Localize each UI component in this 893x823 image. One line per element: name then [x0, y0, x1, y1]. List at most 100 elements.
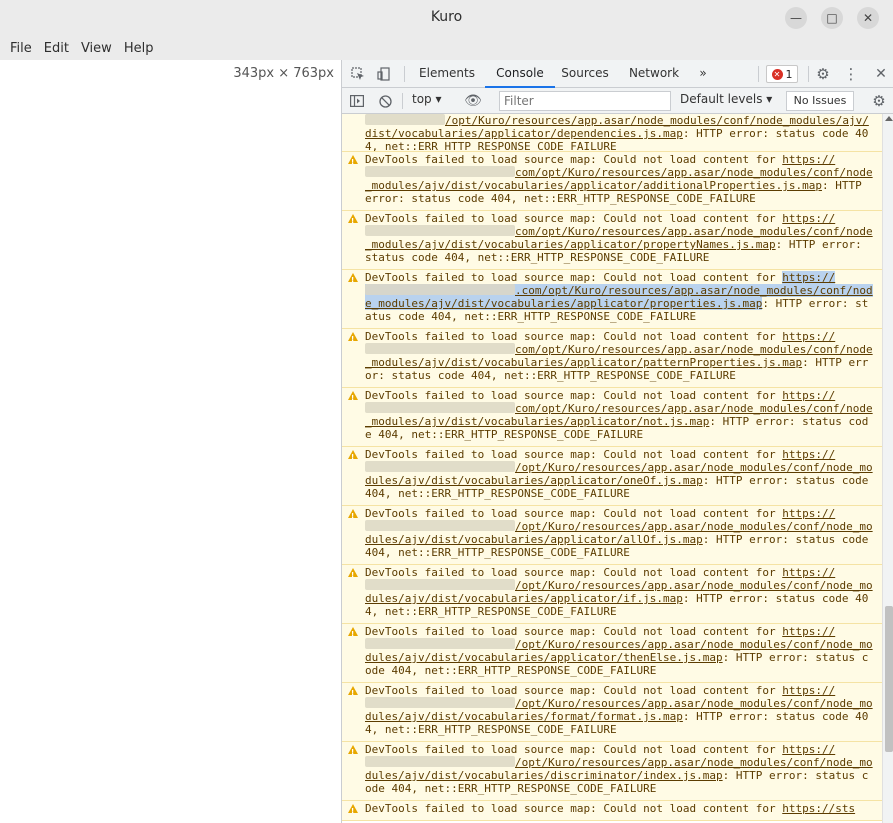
tab-console[interactable]: Console [485, 60, 555, 88]
console-warning-message: DevTools failed to load source map: Coul… [342, 388, 882, 447]
warning-triangle-icon [348, 273, 358, 287]
warning-triangle-icon [348, 509, 358, 523]
warning-triangle-icon [348, 568, 358, 582]
devtools-panel: Elements Console Sources Network » ✕ 1 ⚙… [341, 60, 893, 823]
menu-file[interactable]: File [4, 41, 38, 56]
warning-text: DevTools failed to load source map: Coul… [365, 448, 783, 461]
console-messages: /opt/Kuro/resources/app.asar/node_module… [342, 114, 882, 823]
console-scrollbar[interactable] [882, 114, 893, 823]
window-title: Kuro [430, 9, 463, 25]
page-viewport: 343px × 763px [0, 60, 341, 823]
redacted-host [365, 520, 515, 531]
console-toolbar: top ▾ 👁 Default levels ▾ No Issues ⚙ [342, 88, 893, 114]
link-scheme: https:// [782, 507, 836, 520]
console-warning-message: DevTools failed to load source map: Coul… [342, 329, 882, 388]
console-warning-message: DevTools failed to load source map: Coul… [342, 447, 882, 506]
close-icon[interactable]: ✕ [857, 7, 879, 29]
link-scheme: https:// [782, 389, 836, 402]
link-scheme: https:// [782, 330, 836, 343]
warning-triangle-icon [348, 332, 358, 346]
more-tabs-icon[interactable]: » [693, 60, 713, 88]
console-warning-message: DevTools failed to load source map: Coul… [342, 152, 882, 211]
warning-text: DevTools failed to load source map: Coul… [365, 743, 783, 756]
warning-triangle-icon [348, 686, 358, 700]
warning-triangle-icon [348, 155, 358, 169]
log-levels-label: Default levels [680, 92, 763, 106]
warning-triangle-icon [348, 627, 358, 641]
warning-triangle-icon [348, 745, 358, 759]
source-map-link[interactable]: https://sts [782, 802, 855, 815]
settings-gear-icon[interactable]: ⚙ [814, 65, 832, 83]
viewport-dimensions: 343px × 763px [233, 66, 334, 81]
issues-button[interactable]: No Issues [786, 91, 854, 111]
link-scheme: https:// [782, 271, 836, 284]
redacted-host [365, 756, 515, 767]
menu-bar: File Edit View Help [0, 36, 893, 60]
console-warning-message: DevTools failed to load source map: Coul… [342, 506, 882, 565]
warning-text: DevTools failed to load source map: Coul… [365, 507, 783, 520]
link-scheme: https:// [782, 153, 836, 166]
console-warning-message: DevTools failed to load source map: Coul… [342, 683, 882, 742]
sidebar-toggle-icon[interactable] [348, 92, 366, 110]
link-scheme: https:// [782, 448, 836, 461]
tab-network[interactable]: Network [621, 60, 687, 88]
warning-text: DevTools failed to load source map: Coul… [365, 153, 783, 166]
close-devtools-icon[interactable]: ✕ [872, 65, 890, 83]
console-warning-message: DevTools failed to load source map: Coul… [342, 270, 882, 329]
toolbar-divider [402, 93, 403, 109]
more-options-icon[interactable]: ⋮ [842, 65, 860, 83]
link-scheme: https:// [782, 743, 836, 756]
menu-edit[interactable]: Edit [38, 41, 75, 56]
error-icon: ✕ [771, 68, 783, 80]
warning-text: DevTools failed to load source map: Coul… [365, 212, 783, 225]
console-settings-gear-icon[interactable]: ⚙ [870, 92, 888, 110]
warning-text: DevTools failed to load source map: Coul… [365, 566, 783, 579]
link-scheme: https://sts [782, 802, 856, 815]
warning-triangle-icon [348, 804, 358, 818]
warning-text: DevTools failed to load source map: Coul… [365, 389, 783, 402]
console-warning-message: DevTools failed to load source map: Coul… [342, 624, 882, 683]
clear-console-icon[interactable] [376, 92, 394, 110]
filter-input[interactable] [499, 91, 671, 111]
redacted-host [365, 225, 515, 236]
warning-text: DevTools failed to load source map: Coul… [365, 271, 783, 284]
console-warning-message: DevTools failed to load source map: Coul… [342, 742, 882, 801]
devtools-tab-bar: Elements Console Sources Network » ✕ 1 ⚙… [342, 60, 893, 88]
warning-text: DevTools failed to load source map: Coul… [365, 684, 783, 697]
live-expression-eye-icon[interactable]: 👁 [464, 92, 482, 110]
warning-text: DevTools failed to load source map: Coul… [365, 625, 783, 638]
redacted-host [365, 343, 515, 354]
maximize-icon[interactable]: □ [821, 7, 843, 29]
redacted-host [365, 166, 515, 177]
link-scheme: https:// [782, 212, 836, 225]
redacted-host [365, 638, 515, 649]
console-warning-message: DevTools failed to load source map: Coul… [342, 211, 882, 270]
scroll-up-arrow-icon[interactable] [885, 116, 893, 121]
device-toolbar-icon[interactable] [375, 65, 393, 83]
warning-text: DevTools failed to load source map: Coul… [365, 330, 783, 343]
menu-help[interactable]: Help [118, 41, 160, 56]
redacted-host [365, 697, 515, 708]
inspect-element-icon[interactable] [349, 65, 367, 83]
log-levels-dropdown[interactable]: Default levels ▾ [680, 92, 772, 106]
console-warning-message: DevTools failed to load source map: Coul… [342, 801, 882, 821]
minimize-icon[interactable]: — [785, 7, 807, 29]
error-count: 1 [785, 67, 793, 81]
scrollbar-thumb[interactable] [885, 606, 893, 752]
tab-sources[interactable]: Sources [555, 60, 615, 88]
link-scheme: https:// [782, 566, 836, 579]
console-warning-message: DevTools failed to load source map: Coul… [342, 565, 882, 624]
tab-elements[interactable]: Elements [412, 60, 482, 88]
warning-triangle-icon [348, 450, 358, 464]
console-warning-partial: /opt/Kuro/resources/app.asar/node_module… [342, 114, 882, 152]
warning-triangle-icon [348, 391, 358, 405]
context-label: top [412, 92, 432, 106]
redacted-host [365, 284, 515, 295]
warning-text: DevTools failed to load source map: Coul… [365, 802, 783, 815]
menu-view[interactable]: View [75, 41, 118, 56]
error-count-badge[interactable]: ✕ 1 [766, 65, 798, 83]
title-bar: Kuro — □ ✕ [0, 0, 893, 36]
link-scheme: https:// [782, 684, 836, 697]
context-selector[interactable]: top ▾ [412, 92, 442, 106]
redacted-host [365, 114, 445, 125]
